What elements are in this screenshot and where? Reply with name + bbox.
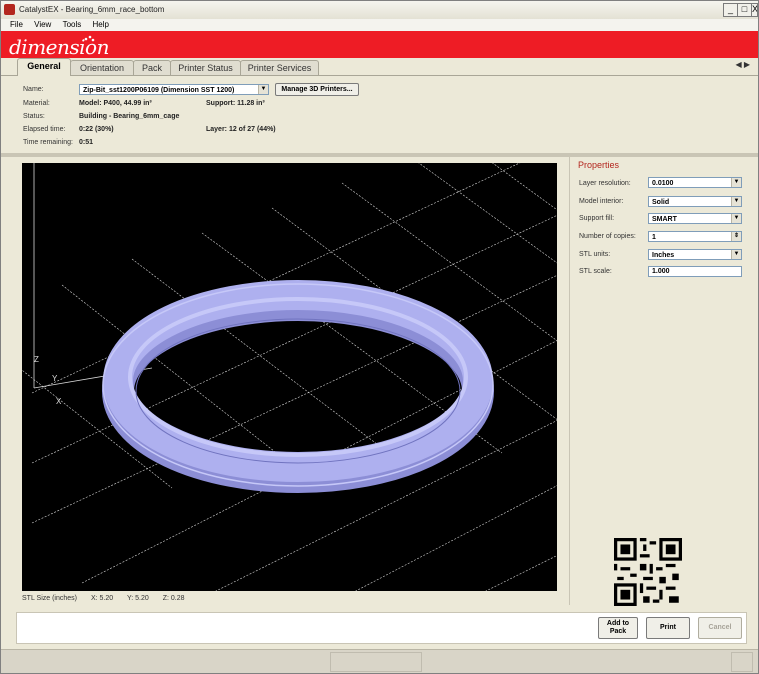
brand-banner <box>1 31 758 58</box>
printer-select[interactable]: Zip-Bit_sst1200P06109 (Dimension SST 120… <box>79 84 269 95</box>
time-remaining-label: Time remaining: <box>23 139 73 146</box>
stl-units-select[interactable]: Inches ▼ <box>648 249 742 260</box>
tab-pack[interactable]: Pack <box>133 60 171 75</box>
tab-printer-services[interactable]: Printer Services <box>240 60 319 75</box>
elapsed-time-value: 0:22 (30%) <box>79 126 114 133</box>
layer-resolution-label: Layer resolution: <box>579 180 631 187</box>
stl-scale-input[interactable]: 1.000 <box>648 266 742 277</box>
layer-resolution-select[interactable]: 0.0100 ▼ <box>648 177 742 188</box>
support-fill-select[interactable]: SMART ▼ <box>648 213 742 224</box>
application-window: CatalystEX - Bearing_6mm_race_bottom _ □… <box>0 0 759 674</box>
cancel-button[interactable]: Cancel <box>698 617 742 639</box>
model-interior-value: Solid <box>652 199 670 206</box>
model-interior-select[interactable]: Solid ▼ <box>648 196 742 207</box>
axis-z-label: Z <box>34 355 39 364</box>
resize-grip-icon[interactable] <box>731 652 753 672</box>
model-material-value: Model: P400, 44.99 in³ <box>79 100 152 107</box>
stl-units-label: STL units: <box>579 251 611 258</box>
support-fill-label: Support fill: <box>579 215 615 222</box>
printer-select-value: Zip-Bit_sst1200P06109 (Dimension SST 120… <box>83 87 235 94</box>
stl-size-y: Y: 5.20 <box>126 595 149 602</box>
menu-file[interactable]: File <box>10 19 23 31</box>
stl-size-readout: STL Size (inches) X: 5.20 Y: 5.20 Z: 0.2… <box>22 595 197 602</box>
axis-y-label: Y <box>52 374 58 383</box>
logo-dots-icon <box>84 35 95 42</box>
menu-view[interactable]: View <box>34 19 51 31</box>
close-button[interactable]: X <box>751 3 758 17</box>
status-bar <box>1 649 758 673</box>
tab-bar: General Orientation Pack Printer Status … <box>1 58 758 76</box>
name-label: Name: <box>23 86 44 93</box>
build-grid <box>22 163 557 591</box>
status-label: Status: <box>23 113 45 120</box>
support-material-value: Support: 11.28 in³ <box>206 100 265 107</box>
status-bar-segment <box>330 652 422 672</box>
chevron-down-icon: ▼ <box>731 214 741 223</box>
layer-resolution-value: 0.0100 <box>652 180 674 187</box>
restore-button[interactable]: □ <box>737 3 752 17</box>
menu-bar: File View Tools Help <box>1 19 758 31</box>
stl-units-value: Inches <box>652 252 675 259</box>
window-title: CatalystEX - Bearing_6mm_race_bottom <box>19 5 165 14</box>
stl-scale-label: STL scale: <box>579 268 612 275</box>
action-bar: Add to Pack Print Cancel <box>16 612 747 644</box>
chevron-down-icon: ▼ <box>731 197 741 206</box>
stl-size-label: STL Size (inches) <box>22 595 77 602</box>
number-of-copies-label: Number of copies: <box>579 233 636 240</box>
stl-size-x: X: 5.20 <box>90 595 114 602</box>
tab-general[interactable]: General <box>17 58 71 76</box>
manage-3d-printers-button[interactable]: Manage 3D Printers... <box>275 83 359 96</box>
material-label: Material: <box>23 100 50 107</box>
add-to-pack-button[interactable]: Add to Pack <box>598 617 638 639</box>
chevron-down-icon: ▼ <box>731 178 741 187</box>
tab-printer-status[interactable]: Printer Status <box>170 60 241 75</box>
layer-progress-value: Layer: 12 of 27 (44%) <box>206 126 276 133</box>
elapsed-time-label: Elapsed time: <box>23 126 66 133</box>
print-button[interactable]: Print <box>646 617 690 639</box>
tab-scroll-arrows[interactable]: ◀ ▶ <box>735 60 750 69</box>
time-remaining-value: 0:51 <box>79 139 94 146</box>
number-of-copies-stepper[interactable]: 1 ⇕ <box>648 231 742 242</box>
menu-tools[interactable]: Tools <box>63 19 82 31</box>
model-interior-label: Model interior: <box>579 198 624 205</box>
title-bar: CatalystEX - Bearing_6mm_race_bottom _ □… <box>1 1 758 20</box>
qr-code-icon <box>614 538 682 606</box>
chevron-down-icon: ▼ <box>258 85 268 94</box>
support-fill-value: SMART <box>652 216 677 223</box>
axis-x-label: X <box>56 397 62 406</box>
stl-size-z: Z: 0.28 <box>162 595 185 602</box>
minimize-button[interactable]: _ <box>723 3 738 17</box>
stepper-arrows-icon[interactable]: ⇕ <box>731 232 741 241</box>
model-3d-viewport[interactable]: Z Y X <box>22 163 557 591</box>
status-value: Building - Bearing_6mm_cage <box>79 113 180 120</box>
properties-title: Properties <box>578 160 620 170</box>
app-icon <box>4 4 15 15</box>
menu-help[interactable]: Help <box>92 19 108 31</box>
chevron-down-icon: ▼ <box>731 250 741 259</box>
tab-orientation[interactable]: Orientation <box>70 60 134 75</box>
number-of-copies-value: 1 <box>652 234 656 241</box>
job-info-panel: Name: Zip-Bit_sst1200P06109 (Dimension S… <box>16 81 746 151</box>
